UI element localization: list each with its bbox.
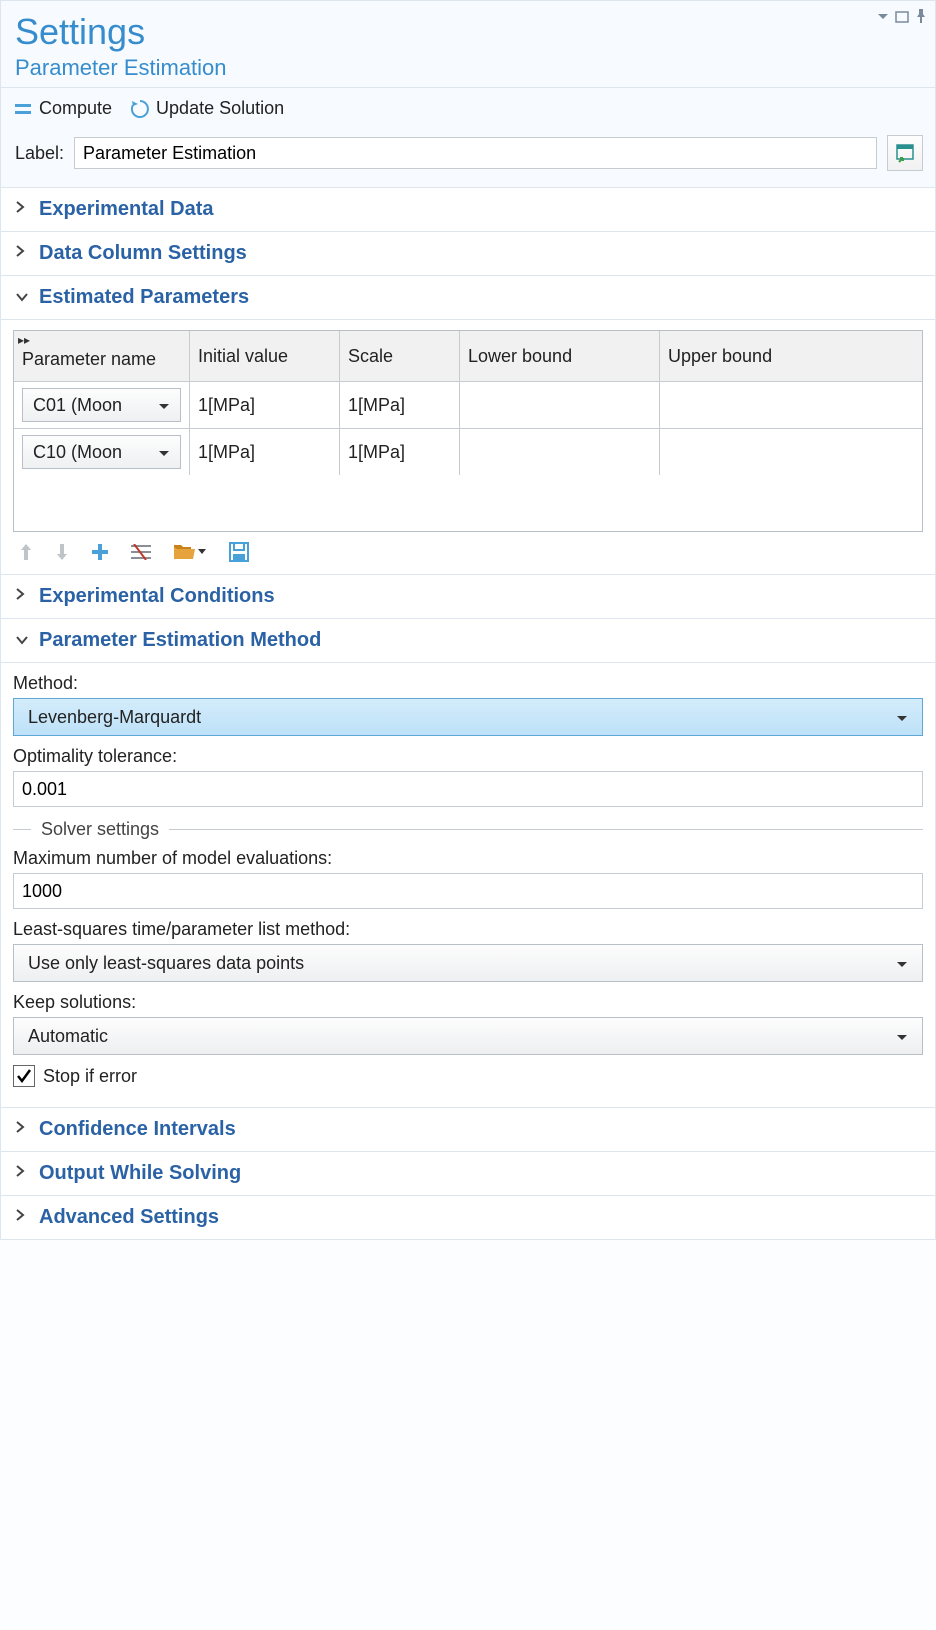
ls-method-dropdown[interactable]: Use only least-squares data points [13, 944, 923, 982]
chevron-right-icon [15, 1164, 29, 1183]
panel-title: Settings [15, 11, 921, 53]
compute-label: Compute [39, 98, 112, 119]
method-dropdown[interactable]: Levenberg-Marquardt [13, 698, 923, 736]
section-title: Advanced Settings [39, 1206, 219, 1229]
table-row: C01 (Moon 1[MPa] 1[MPa] [14, 381, 922, 428]
column-upper-bound[interactable]: Upper bound [660, 331, 922, 381]
optimality-tolerance-input[interactable] [13, 771, 923, 807]
section-output-while-solving[interactable]: Output While Solving [0, 1152, 936, 1196]
section-data-column-settings[interactable]: Data Column Settings [0, 232, 936, 276]
section-title: Data Column Settings [39, 242, 247, 265]
stop-if-error-label: Stop if error [43, 1066, 137, 1087]
cell-upper-bound[interactable] [660, 429, 922, 475]
table-row: C10 (Moon 1[MPa] 1[MPa] [14, 428, 922, 475]
optimality-tolerance-label: Optimality tolerance: [13, 746, 923, 767]
window-controls [877, 7, 927, 28]
go-to-source-button[interactable] [887, 135, 923, 171]
panel-subtitle: Parameter Estimation [15, 55, 921, 81]
cell-lower-bound[interactable] [460, 429, 660, 475]
cell-initial-value[interactable]: 1[MPa] [190, 429, 340, 475]
caret-down-icon [896, 953, 908, 974]
update-solution-label: Update Solution [156, 98, 284, 119]
table-empty-area [14, 475, 922, 531]
section-experimental-conditions[interactable]: Experimental Conditions [0, 575, 936, 619]
solver-settings-legend: Solver settings [13, 819, 923, 840]
caret-down-icon [158, 442, 170, 463]
estimated-parameters-body: ▸▸ Parameter name Initial value Scale Lo… [0, 320, 936, 575]
table-toolbar [13, 532, 923, 562]
compute-button[interactable]: Compute [15, 98, 112, 119]
column-initial-value[interactable]: Initial value [190, 331, 340, 381]
stop-if-error-row: Stop if error [13, 1065, 923, 1087]
section-advanced-settings[interactable]: Advanced Settings [0, 1196, 936, 1240]
minimize-dropdown-icon[interactable] [877, 7, 889, 28]
expand-columns-icon[interactable]: ▸▸ [18, 333, 30, 347]
maximize-icon[interactable] [895, 7, 909, 28]
chevron-down-icon [15, 289, 29, 307]
load-from-file-button[interactable] [173, 543, 207, 561]
method-label: Method: [13, 673, 923, 694]
select-value: C10 (Moon [33, 442, 122, 463]
add-row-button[interactable] [91, 543, 109, 561]
move-up-button[interactable] [19, 542, 33, 562]
section-title: Experimental Conditions [39, 585, 275, 608]
section-title: Output While Solving [39, 1162, 241, 1185]
panel-header: Settings Parameter Estimation [0, 0, 936, 88]
save-to-file-button[interactable] [229, 542, 249, 562]
chevron-down-icon [15, 632, 29, 650]
caret-down-icon [896, 707, 908, 728]
move-down-button[interactable] [55, 542, 69, 562]
select-value: C01 (Moon [33, 395, 122, 416]
caret-down-icon [896, 1026, 908, 1047]
label-caption: Label: [15, 143, 64, 164]
dropdown-value: Use only least-squares data points [28, 953, 304, 974]
caret-down-icon [158, 395, 170, 416]
section-estimated-parameters[interactable]: Estimated Parameters [0, 276, 936, 320]
table-header-row: ▸▸ Parameter name Initial value Scale Lo… [14, 331, 922, 381]
max-evaluations-label: Maximum number of model evaluations: [13, 848, 923, 869]
column-lower-bound[interactable]: Lower bound [460, 331, 660, 381]
update-solution-button[interactable]: Update Solution [130, 98, 284, 119]
parameter-name-select[interactable]: C10 (Moon [22, 435, 181, 469]
label-input[interactable] [74, 137, 877, 169]
section-title: Parameter Estimation Method [39, 629, 321, 652]
dropdown-value: Automatic [28, 1026, 108, 1047]
chevron-right-icon [15, 587, 29, 606]
action-toolbar: Compute Update Solution [0, 88, 936, 125]
chevron-right-icon [15, 200, 29, 219]
cell-scale[interactable]: 1[MPa] [340, 382, 460, 428]
solver-settings-fieldset: Solver settings Maximum number of model … [13, 819, 923, 1087]
section-experimental-data[interactable]: Experimental Data [0, 188, 936, 232]
delete-row-button[interactable] [131, 544, 151, 560]
parameters-table: ▸▸ Parameter name Initial value Scale Lo… [13, 330, 923, 532]
pin-icon[interactable] [915, 7, 927, 28]
section-title: Experimental Data [39, 198, 214, 221]
keep-solutions-label: Keep solutions: [13, 992, 923, 1013]
section-method[interactable]: Parameter Estimation Method [0, 619, 936, 663]
cell-upper-bound[interactable] [660, 382, 922, 428]
cell-initial-value[interactable]: 1[MPa] [190, 382, 340, 428]
ls-method-label: Least-squares time/parameter list method… [13, 919, 923, 940]
section-confidence-intervals[interactable]: Confidence Intervals [0, 1108, 936, 1152]
parameter-name-select[interactable]: C01 (Moon [22, 388, 181, 422]
section-title: Confidence Intervals [39, 1118, 236, 1141]
section-title: Estimated Parameters [39, 286, 249, 309]
chevron-right-icon [15, 244, 29, 263]
cell-lower-bound[interactable] [460, 382, 660, 428]
column-parameter-name[interactable]: ▸▸ Parameter name [14, 331, 190, 381]
dropdown-value: Levenberg-Marquardt [28, 707, 201, 728]
chevron-right-icon [15, 1208, 29, 1227]
stop-if-error-checkbox[interactable] [13, 1065, 35, 1087]
label-row: Label: [0, 125, 936, 188]
method-body: Method: Levenberg-Marquardt Optimality t… [0, 663, 936, 1108]
cell-scale[interactable]: 1[MPa] [340, 429, 460, 475]
column-scale[interactable]: Scale [340, 331, 460, 381]
max-evaluations-input[interactable] [13, 873, 923, 909]
keep-solutions-dropdown[interactable]: Automatic [13, 1017, 923, 1055]
chevron-right-icon [15, 1120, 29, 1139]
